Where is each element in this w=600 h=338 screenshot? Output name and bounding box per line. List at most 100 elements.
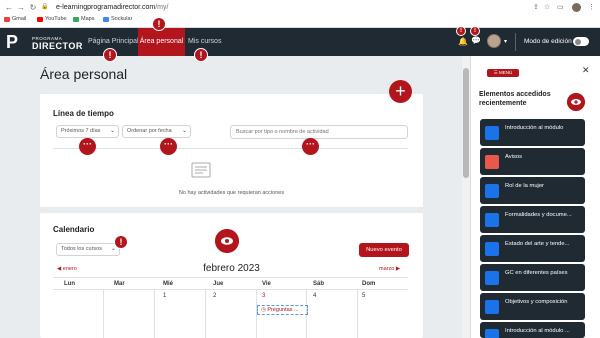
recent-item-label: Avisos [505, 154, 522, 160]
address-bar[interactable]: e-learningprogramadirector.com/my/ [52, 2, 562, 13]
course-filter-select[interactable]: Todos los cursos ⌄ [56, 243, 120, 256]
timeline-search-input[interactable] [230, 125, 408, 139]
forum-icon [485, 155, 499, 169]
recent-item[interactable]: Objetivos y composición [480, 293, 585, 320]
alert-badge: ! [194, 48, 208, 62]
url-host: e-learningprogramadirector.com [56, 4, 156, 11]
document-icon [485, 300, 499, 314]
edit-mode-toggle[interactable] [573, 37, 589, 46]
calendar-day-today[interactable]: 3 [262, 293, 265, 299]
calendar-gridline [205, 289, 206, 338]
star-icon[interactable]: ☆ [544, 3, 550, 11]
bookmark-youtube[interactable]: YouTube [37, 16, 67, 22]
recent-item[interactable]: GC en diferentes países [480, 264, 585, 291]
recent-item-label: Introducción al módulo [505, 125, 564, 131]
chevron-down-icon[interactable]: ▾ [504, 38, 507, 45]
gmail-icon [4, 16, 10, 22]
bookmark-maps[interactable]: Maps [73, 16, 94, 22]
calendar-gridline [103, 289, 104, 338]
reload-icon[interactable]: ↻ [28, 3, 38, 12]
recent-item[interactable]: Introducción al módulo ... [480, 322, 585, 338]
timeline-range-select[interactable]: Próximos 7 días ⌄ [56, 125, 119, 138]
weekday-header: Lun [64, 281, 75, 287]
divider [53, 148, 408, 149]
bookmark-label: Maps [81, 16, 95, 22]
weekday-header: Sáb [313, 281, 325, 287]
calendar-divider [53, 289, 408, 290]
calendar-day[interactable]: 5 [362, 293, 365, 299]
more-dots-icon: ··· [160, 138, 177, 155]
calendar-event[interactable]: ◷ Preguntas ... [257, 305, 308, 315]
timeline-sort-select[interactable]: Ordenar por fecha ⌄ [122, 125, 191, 138]
recent-item[interactable]: Formalidades y docume... [480, 206, 585, 233]
document-icon [485, 242, 499, 256]
weekday-header: Vie [262, 281, 271, 287]
back-icon[interactable]: ← [4, 3, 14, 12]
share-icon[interactable]: ⇪ [533, 3, 539, 11]
page-title: Área personal [40, 66, 128, 82]
calendar-day[interactable]: 2 [213, 293, 216, 299]
scrollbar-thumb[interactable] [463, 68, 469, 178]
calendar-divider [53, 277, 408, 278]
new-event-button[interactable]: Nuevo evento [359, 243, 409, 257]
clock-icon: ◷ [261, 307, 266, 313]
weekday-header: Mar [114, 281, 125, 287]
navbar-divider [515, 33, 516, 51]
drawer-title: Elementos accedidos recientemente [479, 91, 551, 107]
close-icon[interactable]: ✕ [582, 65, 590, 76]
more-dots-icon: ··· [302, 138, 319, 155]
recent-item[interactable]: Avisos [480, 148, 585, 175]
nav-area-personal[interactable]: Área personal [138, 28, 185, 56]
recent-item-label: Estado del arte y tende... [505, 241, 570, 247]
chevron-right-icon: ▶ [395, 266, 401, 272]
alert-badge: ! [456, 26, 466, 36]
calendar-heading: Calendario [53, 225, 95, 234]
recent-item-label: Objetivos y composición [505, 299, 568, 305]
menu-button[interactable]: ☰ MENÚ [487, 69, 519, 77]
empty-list-icon [191, 162, 211, 178]
calendar-gridline [154, 289, 155, 338]
messages-icon[interactable]: 💬 [471, 36, 481, 45]
event-label: Preguntas ... [267, 307, 299, 313]
recent-item[interactable]: Introducción al módulo [480, 119, 585, 146]
recent-item[interactable]: Rol de la mujer [480, 177, 585, 204]
weekday-header: Dom [362, 281, 376, 287]
site-logo[interactable]: P [6, 31, 28, 53]
calendar-gridline [357, 289, 358, 338]
timeline-empty-text: No hay actividades que requieran accione… [178, 190, 285, 196]
recent-item[interactable]: Estado del arte y tende... [480, 235, 585, 262]
alert-badge: ! [470, 26, 480, 36]
menu-label: MENÚ [499, 70, 513, 75]
extension-icon[interactable]: ▭ [557, 3, 564, 11]
recent-item-label: Rol de la mujer [505, 183, 544, 189]
calendar-day[interactable]: 4 [313, 293, 316, 299]
select-value: Próximos 7 días [61, 128, 101, 134]
eye-icon[interactable] [567, 93, 585, 111]
bookmark-label: Sockular [111, 16, 133, 22]
profile-avatar[interactable] [572, 3, 581, 12]
logo-text-big: DIRECTOR [32, 41, 83, 51]
user-avatar[interactable] [487, 34, 501, 48]
bell-icon[interactable]: 🔔 [458, 37, 468, 46]
weekday-header: Jue [213, 281, 224, 287]
youtube-icon [37, 16, 43, 22]
bookmark-gmail[interactable]: Gmail [4, 16, 26, 22]
recent-item-label: Introducción al módulo ... [505, 328, 570, 334]
bookmark-sockular[interactable]: Sockular [103, 16, 132, 22]
select-value: Ordenar por fecha [127, 128, 172, 134]
more-icon[interactable]: ⋮ [588, 3, 595, 11]
next-month-label: marzo [379, 266, 395, 272]
alert-badge: ! [152, 17, 166, 31]
recent-item-label: GC en diferentes países [505, 270, 568, 276]
calendar-day[interactable]: 1 [163, 293, 166, 299]
document-icon [485, 213, 499, 227]
menu-icon: ☰ [493, 70, 498, 75]
bookmark-label: Gmail [12, 16, 27, 22]
alert-badge: ! [114, 235, 128, 249]
eye-icon[interactable] [215, 229, 239, 253]
next-month-link[interactable]: marzo ▶ [379, 266, 400, 272]
forward-icon[interactable]: → [16, 3, 26, 12]
maps-icon [73, 16, 79, 22]
document-icon [485, 126, 499, 140]
add-block-button[interactable]: + [389, 80, 412, 103]
